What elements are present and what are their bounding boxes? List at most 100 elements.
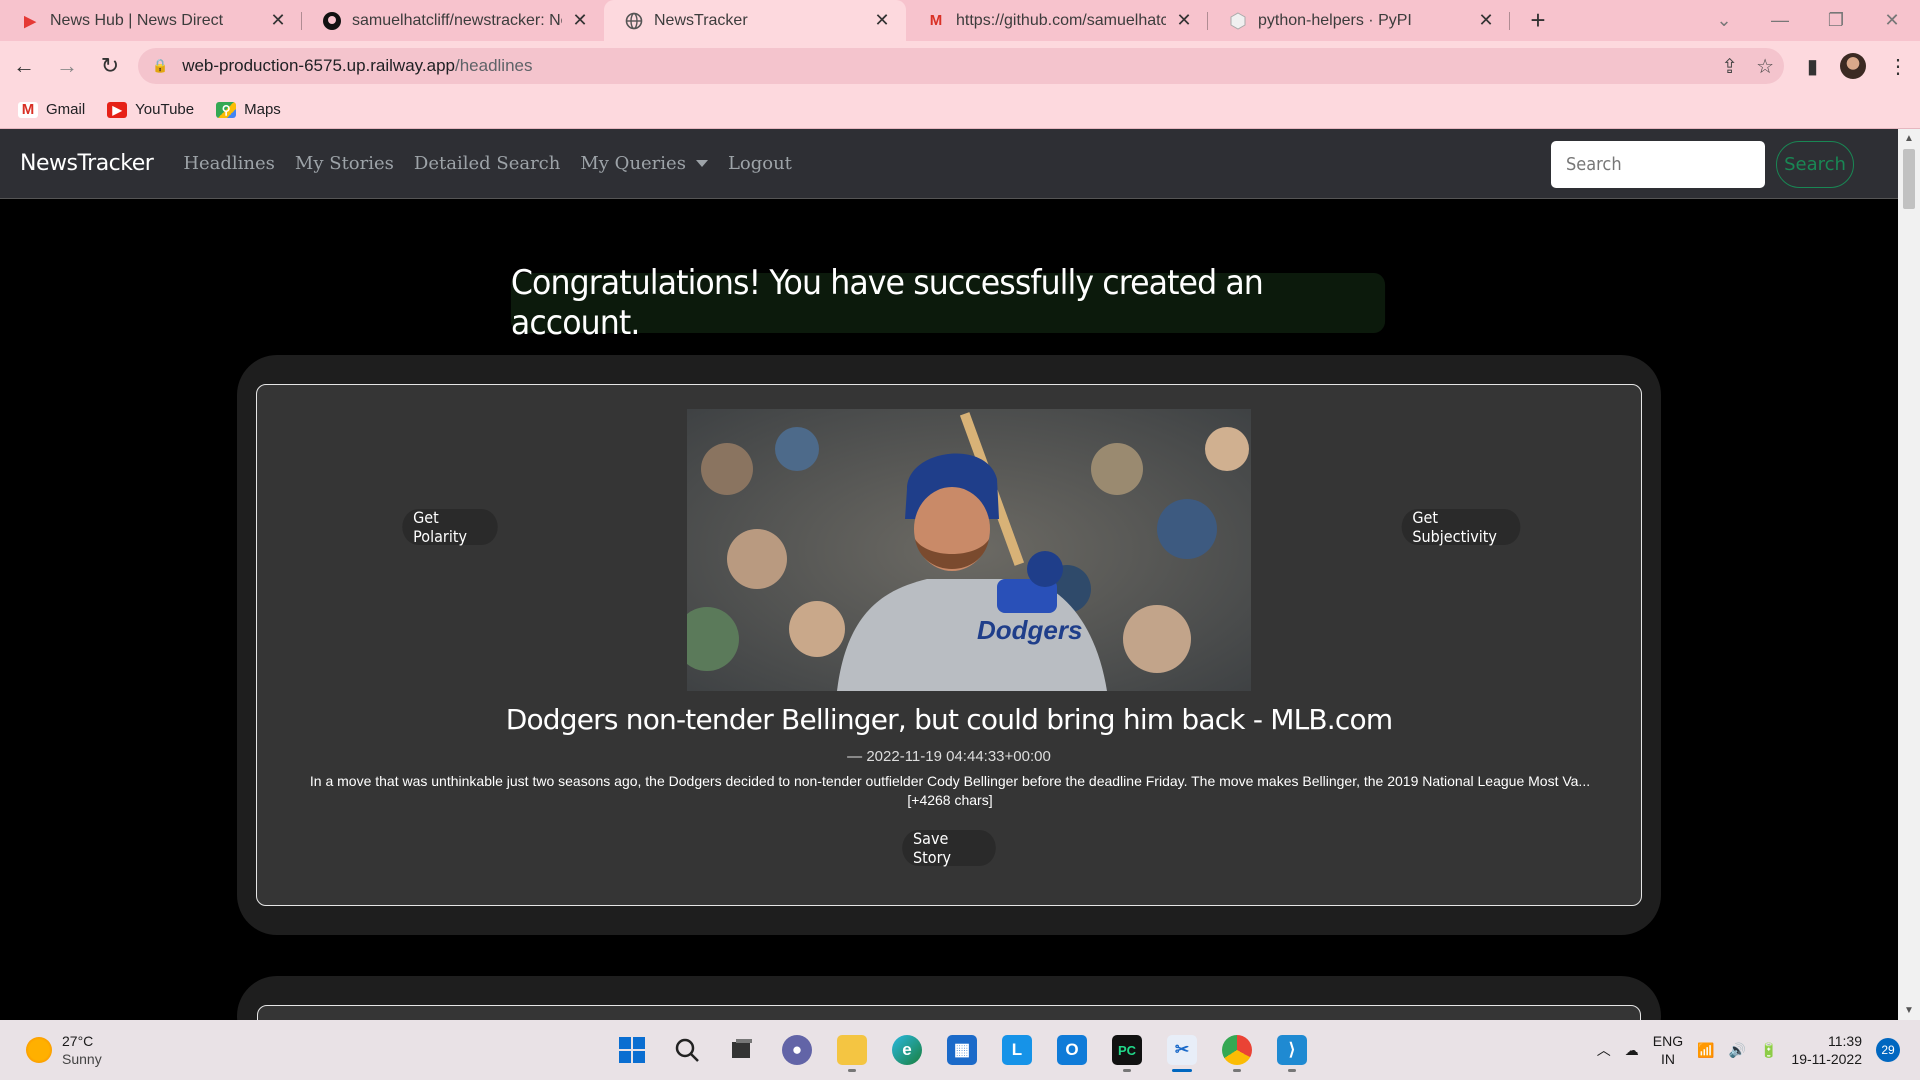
browser-tab-strip: ▶ News Hub | News Direct ✕ samuelhatclif… bbox=[0, 0, 1920, 41]
scroll-up-icon[interactable]: ▲ bbox=[1898, 133, 1920, 144]
o-app[interactable]: O bbox=[1050, 1028, 1094, 1072]
chevron-up-icon[interactable]: ︿ bbox=[1597, 1040, 1611, 1060]
address-bar[interactable]: 🔒 web-production-6575.up.railway.app/hea… bbox=[138, 48, 1784, 84]
bookmark-label: Maps bbox=[244, 101, 281, 118]
search-taskbar-button[interactable] bbox=[665, 1028, 709, 1072]
svg-text:Dodgers: Dodgers bbox=[977, 615, 1082, 645]
chrome-app[interactable] bbox=[1215, 1028, 1259, 1072]
forward-icon[interactable]: → bbox=[48, 47, 86, 85]
snipping-tool-app[interactable]: ✂ bbox=[1160, 1028, 1204, 1072]
tab-github-gmail[interactable]: M https://github.com/samuelhatclif ✕ bbox=[906, 0, 1208, 41]
reload-icon[interactable]: ↻ bbox=[91, 47, 129, 85]
search-button[interactable]: Search bbox=[1776, 141, 1854, 188]
bookmark-maps[interactable]: ⚲ Maps bbox=[216, 101, 281, 118]
l-app-icon: L bbox=[1002, 1035, 1032, 1065]
language-indicator[interactable]: ENG IN bbox=[1653, 1032, 1683, 1068]
bookmark-label: YouTube bbox=[135, 101, 195, 118]
gmail-icon: M bbox=[929, 12, 943, 29]
battery-icon[interactable]: 🔋 bbox=[1760, 1042, 1777, 1059]
nav-my-queries-label: My Queries bbox=[580, 153, 686, 174]
close-tab-icon[interactable]: ✕ bbox=[1174, 10, 1194, 31]
outlook-icon: O bbox=[1057, 1035, 1087, 1065]
tab-search-icon[interactable]: ⌄ bbox=[1696, 0, 1752, 41]
vscode-app[interactable]: ⟩ bbox=[1270, 1028, 1314, 1072]
nav-detailed-search[interactable]: Detailed Search bbox=[414, 153, 560, 174]
bookmark-gmail[interactable]: M Gmail bbox=[18, 101, 85, 118]
article-panel: Get Polarity Get Subjectivity Dodgers Do… bbox=[237, 355, 1661, 935]
tab-title: samuelhatcliff/newstracker: News bbox=[352, 11, 562, 29]
new-tab-button[interactable]: + bbox=[1518, 0, 1558, 41]
store-app[interactable]: ▦ bbox=[940, 1028, 984, 1072]
tab-news-hub[interactable]: ▶ News Hub | News Direct ✕ bbox=[0, 0, 302, 41]
scrollbar-thumb[interactable] bbox=[1903, 149, 1915, 209]
nav-my-stories[interactable]: My Stories bbox=[295, 153, 394, 174]
article-description: In a move that was unthinkable just two … bbox=[309, 773, 1591, 808]
pycharm-app[interactable]: PC bbox=[1105, 1028, 1149, 1072]
taskbar-apps: ● e ▦ L O PC ✂ ⟩ bbox=[610, 1028, 1314, 1072]
nav-logout[interactable]: Logout bbox=[728, 153, 792, 174]
back-icon[interactable]: ← bbox=[5, 47, 43, 85]
bookmarks-bar: M Gmail ▶ YouTube ⚲ Maps bbox=[0, 91, 1920, 129]
bookmark-star-icon[interactable]: ☆ bbox=[1756, 54, 1774, 79]
side-panel-icon[interactable]: ▮ bbox=[1807, 54, 1818, 79]
tab-newstracker[interactable]: NewsTracker ✕ bbox=[604, 0, 906, 41]
l-app[interactable]: L bbox=[995, 1028, 1039, 1072]
weather-condition: Sunny bbox=[62, 1051, 102, 1067]
success-alert: Congratulations! You have successfully c… bbox=[510, 263, 1386, 343]
pypi-icon bbox=[1228, 11, 1248, 31]
close-tab-icon[interactable]: ✕ bbox=[268, 10, 288, 31]
nav-my-queries-dropdown[interactable]: My Queries bbox=[580, 153, 708, 174]
start-button[interactable] bbox=[610, 1028, 654, 1072]
chevron-down-icon bbox=[695, 160, 708, 167]
onedrive-icon[interactable]: ☁ bbox=[1625, 1042, 1639, 1059]
windows-taskbar: 27°C Sunny ● e ▦ L O PC ✂ ⟩ ︿ ☁ ENG IN 📶… bbox=[0, 1020, 1920, 1080]
running-indicator bbox=[1172, 1069, 1192, 1072]
close-tab-icon[interactable]: ✕ bbox=[872, 10, 892, 31]
minimize-icon[interactable]: — bbox=[1752, 0, 1808, 41]
vscode-icon: ⟩ bbox=[1277, 1035, 1307, 1065]
youtube-icon: ▶ bbox=[107, 101, 128, 118]
site-brand[interactable]: NewsTracker bbox=[20, 151, 154, 176]
running-indicator bbox=[1233, 1069, 1241, 1072]
folder-icon bbox=[837, 1035, 867, 1065]
edge-app[interactable]: e bbox=[885, 1028, 929, 1072]
running-indicator bbox=[848, 1069, 856, 1072]
search-input[interactable] bbox=[1551, 141, 1765, 188]
save-story-button[interactable]: Save Story bbox=[902, 829, 996, 867]
article-image[interactable]: Dodgers bbox=[687, 409, 1251, 691]
profile-avatar[interactable] bbox=[1840, 53, 1866, 79]
close-tab-icon[interactable]: ✕ bbox=[1476, 10, 1496, 31]
article-headline[interactable]: Dodgers non-tender Bellinger, but could … bbox=[257, 703, 1641, 736]
close-window-icon[interactable]: ✕ bbox=[1864, 0, 1920, 41]
lock-icon[interactable]: 🔒 bbox=[152, 58, 168, 74]
globe-icon bbox=[624, 11, 644, 31]
clock-time: 11:39 bbox=[1828, 1033, 1862, 1049]
notification-badge[interactable]: 29 bbox=[1876, 1038, 1900, 1062]
tab-title: python-helpers · PyPI bbox=[1258, 11, 1412, 29]
toolbar-right: ▮ ⋮ bbox=[1807, 41, 1908, 91]
share-icon[interactable]: ⇪ bbox=[1721, 54, 1738, 79]
get-subjectivity-button[interactable]: Get Subjectivity bbox=[1401, 508, 1521, 546]
article-card: Get Polarity Get Subjectivity Dodgers Do… bbox=[256, 384, 1642, 906]
close-tab-icon[interactable]: ✕ bbox=[570, 10, 590, 31]
nav-headlines[interactable]: Headlines bbox=[183, 153, 275, 174]
next-article-panel bbox=[237, 976, 1661, 1020]
menu-kebab-icon[interactable]: ⋮ bbox=[1888, 54, 1908, 79]
restore-icon[interactable]: ❐ bbox=[1808, 0, 1864, 41]
file-explorer-app[interactable] bbox=[830, 1028, 874, 1072]
chat-app[interactable]: ● bbox=[775, 1028, 819, 1072]
windows-start-icon bbox=[619, 1037, 645, 1063]
bookmark-youtube[interactable]: ▶ YouTube bbox=[107, 101, 194, 118]
search-icon bbox=[675, 1038, 699, 1062]
tab-github-newstracker[interactable]: samuelhatcliff/newstracker: News ✕ bbox=[302, 0, 604, 41]
url-path: /headlines bbox=[454, 56, 533, 75]
tab-pypi[interactable]: python-helpers · PyPI ✕ bbox=[1208, 0, 1510, 41]
volume-icon[interactable]: 🔊 bbox=[1729, 1042, 1746, 1059]
get-polarity-button[interactable]: Get Polarity bbox=[402, 508, 498, 546]
wifi-icon[interactable]: 📶 bbox=[1697, 1042, 1714, 1059]
page-scrollbar[interactable]: ▲ ▼ bbox=[1898, 129, 1920, 1020]
weather-widget[interactable]: 27°C Sunny bbox=[26, 1032, 102, 1068]
system-clock[interactable]: 11:39 19-11-2022 bbox=[1791, 1032, 1862, 1068]
task-view-button[interactable] bbox=[720, 1028, 764, 1072]
scroll-down-icon[interactable]: ▼ bbox=[1898, 1005, 1920, 1016]
